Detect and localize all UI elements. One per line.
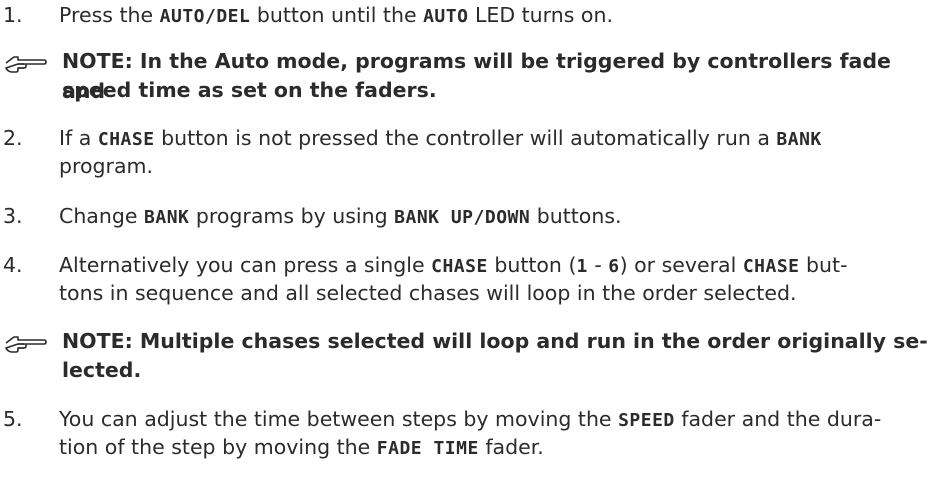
keyword: AUTO [423,6,469,27]
step-number: 2. [3,126,23,150]
pointing-hand-icon [4,334,48,359]
step-number: 5. [3,407,23,431]
note-text-cont: lected. [62,358,142,382]
text-run: ) or several [619,253,743,277]
step-number: 1. [3,3,23,27]
step-text-cont: tion of the step by moving the FADE TIME… [59,432,931,464]
keyword: FADE TIME [376,438,479,459]
keyword: AUTO/DEL [159,6,251,27]
text-run: fader and the dura- [674,407,882,431]
text-run: tion of the step by moving the [59,435,377,459]
pointing-hand-icon [4,54,48,79]
keyword: BANK UP/DOWN [394,207,531,228]
keyword: CHASE [742,256,800,277]
text-run: - [587,253,609,277]
step-text-cont: program. [59,154,154,178]
text-run: but- [799,253,848,277]
text-run: Alternatively you can press a single [59,253,432,277]
step-text: Change BANK programs by using BANK UP/DO… [59,201,931,233]
text-run: fader. [478,435,544,459]
text-run: buttons. [530,204,622,228]
keyword: CHASE [97,129,155,150]
text-run: Change [59,204,145,228]
keyword: 1 [576,256,588,277]
step-number: 3. [3,204,23,228]
keyword: SPEED [618,410,675,431]
keyword: BANK [776,129,822,150]
text-run: button is not pressed the controller wil… [154,126,777,150]
note-text-cont: speed time as set on the faders. [62,78,437,102]
keyword: CHASE [431,256,488,277]
text-run: button until the [250,3,424,27]
text-run: You can adjust the time between steps by… [59,407,619,431]
step-text-cont: tons in sequence and all selected chases… [59,281,797,305]
text-run: programs by using [189,204,395,228]
text-run: Press the [59,3,160,27]
keyword: 6 [608,256,620,277]
step-number: 4. [3,253,23,277]
keyword: BANK [144,207,190,228]
note-text: NOTE: Multiple chases selected will loop… [62,329,928,353]
text-run: LED turns on. [468,3,613,27]
text-run: button ( [487,253,577,277]
step-text: Press the AUTO/DEL button until the AUTO… [59,0,931,32]
text-run: If a [59,126,98,150]
